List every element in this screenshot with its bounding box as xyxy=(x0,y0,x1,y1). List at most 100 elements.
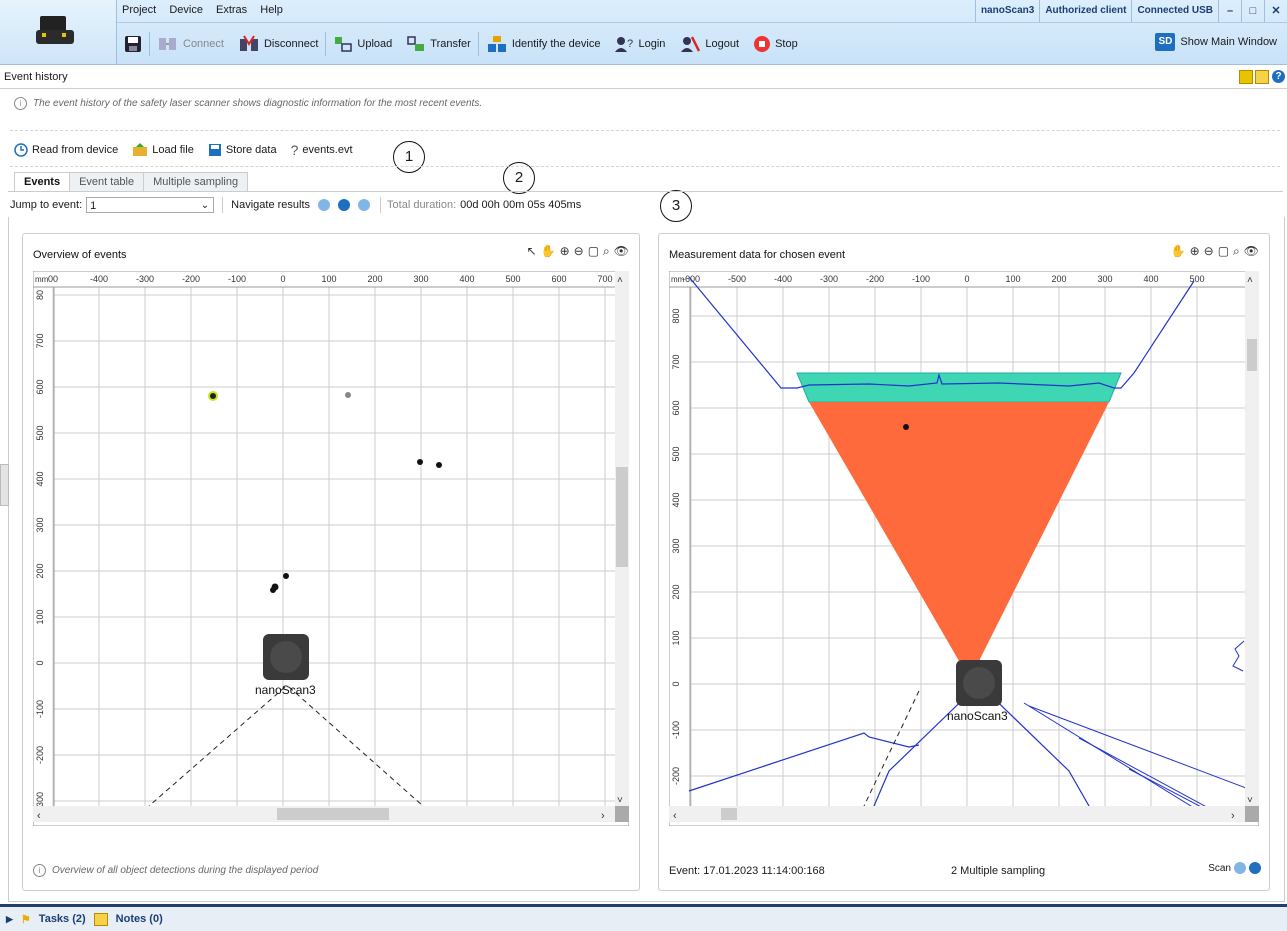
y-tick-label: -100 xyxy=(35,700,45,718)
y-tick-label: 100 xyxy=(671,630,681,645)
scan-next-button[interactable] xyxy=(1249,862,1261,874)
view-eye-icon[interactable]: 👁 xyxy=(614,244,629,259)
upload-label: Upload xyxy=(357,38,393,50)
show-main-window-label: Show Main Window xyxy=(1180,36,1277,48)
logout-button[interactable]: Logout xyxy=(672,29,746,59)
navigate-label: Navigate results xyxy=(231,199,311,211)
measurement-plot[interactable]: mm -600 -500 -400 -300 -200 -100 0 100 200 300 400… xyxy=(669,271,1259,826)
overview-plot[interactable]: mm 00 -400 -300 -200 -100 0 100 200 300 400 500 600… xyxy=(33,271,629,826)
event-point[interactable] xyxy=(210,393,216,399)
read-from-device-button[interactable]: Read from device xyxy=(14,143,118,157)
bottom-bar: ▶ ⚑ Tasks (2) Notes (0) xyxy=(0,904,1287,931)
load-file-button[interactable]: Load file xyxy=(132,143,194,157)
overview-unit: mm xyxy=(35,275,49,284)
vertical-scroll-thumb[interactable] xyxy=(616,467,628,567)
disconnect-button[interactable]: Disconnect xyxy=(231,29,325,59)
jump-to-event-select[interactable]: 1 ⌄ xyxy=(86,197,215,213)
zoom-box-icon[interactable]: ▢ xyxy=(1218,244,1229,259)
svg-text:‹: ‹ xyxy=(37,810,41,822)
overview-plot-tools: ↖ ✋ ⊕ ⊖ ▢ ⌕ 👁 xyxy=(527,244,629,259)
zoom-out-icon[interactable]: ⊖ xyxy=(1204,244,1214,259)
chevron-down-icon: ⌄ xyxy=(200,200,210,211)
pointer-icon[interactable]: ↖ xyxy=(527,244,537,259)
next-result-button[interactable] xyxy=(358,199,371,211)
zoom-fit-icon[interactable]: ⌕ xyxy=(603,244,610,259)
minimize-button[interactable]: – xyxy=(1218,0,1241,22)
x-tick-label: 0 xyxy=(280,274,285,284)
tab-multiple-sampling[interactable]: Multiple sampling xyxy=(143,172,249,191)
vertical-scroll-thumb[interactable] xyxy=(1247,339,1257,371)
x-tick-label: -400 xyxy=(90,274,108,284)
event-point[interactable] xyxy=(903,424,909,430)
login-button[interactable]: ? Login xyxy=(607,29,672,59)
menu-device[interactable]: Device xyxy=(164,0,208,20)
overview-title: Overview of events xyxy=(33,249,127,261)
add-note-icon[interactable] xyxy=(1255,70,1269,84)
read-label: Read from device xyxy=(32,144,119,156)
pan-hand-icon[interactable]: ✋ xyxy=(1171,244,1186,259)
menu-help[interactable]: Help xyxy=(255,0,288,20)
pan-hand-icon[interactable]: ✋ xyxy=(541,244,556,259)
notes-icon[interactable] xyxy=(1239,70,1253,84)
zoom-in-icon[interactable]: ⊕ xyxy=(1190,244,1200,259)
horizontal-scrollbar[interactable] xyxy=(669,806,1245,822)
transfer-button[interactable]: Transfer xyxy=(399,29,478,59)
event-point[interactable] xyxy=(436,462,442,468)
x-tick-label: -100 xyxy=(228,274,246,284)
event-point[interactable] xyxy=(345,392,351,398)
tab-event-table[interactable]: Event table xyxy=(69,172,145,191)
svg-text:˄: ˄ xyxy=(1247,275,1253,286)
close-button[interactable]: ✕ xyxy=(1264,0,1287,22)
y-tick-label: 300 xyxy=(35,517,45,532)
svg-text:˅: ˅ xyxy=(617,795,623,806)
upload-button[interactable]: Upload xyxy=(326,29,399,59)
zoom-out-icon[interactable]: ⊖ xyxy=(574,244,584,259)
zoom-box-icon[interactable]: ▢ xyxy=(588,244,599,259)
x-tick-label: 100 xyxy=(321,274,336,284)
maximize-button[interactable]: □ xyxy=(1241,0,1264,22)
event-point[interactable] xyxy=(417,459,423,465)
x-tick-label: -100 xyxy=(912,274,930,284)
folder-icon xyxy=(133,143,148,156)
event-point[interactable] xyxy=(270,587,276,593)
save-button[interactable] xyxy=(117,29,149,59)
horizontal-scroll-thumb[interactable] xyxy=(721,808,737,820)
identify-device-button[interactable]: Identify the device xyxy=(479,29,608,59)
scan-previous-button[interactable] xyxy=(1234,862,1246,874)
info-icon: i xyxy=(33,864,46,877)
horizontal-scroll-thumb[interactable] xyxy=(277,808,389,820)
jump-value: 1 xyxy=(90,200,97,212)
side-collapse-handle[interactable] xyxy=(0,464,9,506)
jump-label: Jump to event: xyxy=(10,199,83,211)
help-icon[interactable]: ? xyxy=(1272,70,1285,83)
event-point[interactable] xyxy=(283,573,289,579)
expand-icon[interactable]: ▶ xyxy=(6,914,13,925)
duration-label: Total duration: xyxy=(387,199,457,211)
scan-controls: Scan xyxy=(1208,862,1261,874)
connect-button[interactable]: Connect xyxy=(150,29,231,59)
x-tick-label: -200 xyxy=(866,274,884,284)
svg-text:›: › xyxy=(1231,810,1235,822)
stop-button[interactable]: Stop xyxy=(746,29,805,59)
event-timestamp: Event: 17.01.2023 11:14:00:168 xyxy=(669,865,825,877)
zoom-in-icon[interactable]: ⊕ xyxy=(560,244,570,259)
tab-events[interactable]: Events xyxy=(14,172,71,191)
notes-link[interactable]: Notes (0) xyxy=(116,913,163,925)
previous-result-button[interactable] xyxy=(318,199,331,211)
view-eye-icon[interactable]: 👁 xyxy=(1244,244,1259,259)
x-tick-label: 500 xyxy=(505,274,520,284)
zoom-fit-icon[interactable]: ⌕ xyxy=(1233,244,1240,259)
login-icon: ? xyxy=(615,37,634,52)
identify-label: Identify the device xyxy=(511,38,601,50)
x-tick-label: -200 xyxy=(182,274,200,284)
menu-extras[interactable]: Extras xyxy=(211,0,252,20)
duration-value: 00d 00h 00m 05s 405ms xyxy=(460,199,582,211)
play-results-button[interactable] xyxy=(338,199,351,211)
overview-panel: Overview of events ↖ ✋ ⊕ ⊖ ▢ ⌕ 👁 mm 00 -4… xyxy=(22,233,640,891)
menu-project[interactable]: Project xyxy=(117,0,161,20)
tasks-link[interactable]: Tasks (2) xyxy=(39,913,86,925)
store-data-button[interactable]: Store data xyxy=(208,143,277,157)
show-main-window-button[interactable]: SD Show Main Window xyxy=(1155,33,1277,51)
svg-text:˅: ˅ xyxy=(1247,795,1253,806)
x-tick-label: 200 xyxy=(1051,274,1066,284)
